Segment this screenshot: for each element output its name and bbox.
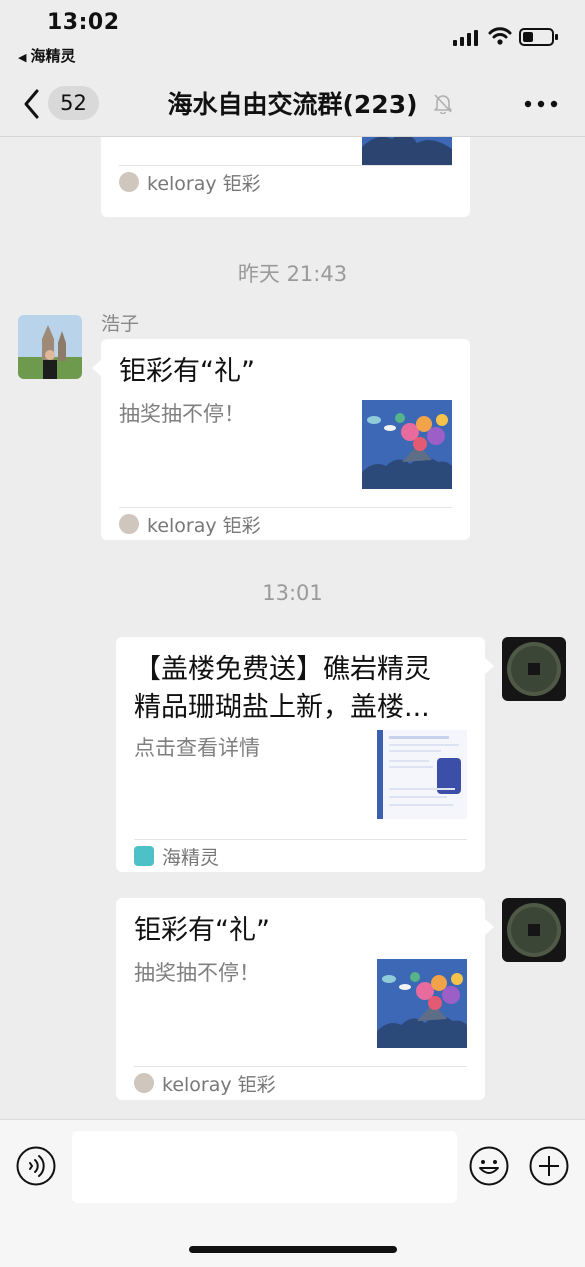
my-avatar[interactable] — [502, 637, 566, 701]
coral-thumbnail-image — [362, 400, 452, 489]
card-separator — [119, 165, 452, 166]
sender-avatar[interactable] — [18, 315, 82, 379]
plus-icon[interactable] — [529, 1146, 569, 1186]
mute-bell-icon — [434, 94, 452, 114]
sender-name: 浩子 — [101, 313, 140, 335]
bubble-tail — [485, 658, 494, 674]
message-timestamp: 13:01 — [262, 581, 323, 605]
my-avatar[interactable] — [502, 898, 566, 962]
status-time: 13:02 — [47, 10, 120, 35]
card-source-label: keloray 钜彩 — [162, 1073, 276, 1096]
keloray-logo-icon — [119, 172, 139, 192]
card-source-label: keloray 钜彩 — [147, 172, 261, 195]
back-to-app-link[interactable]: ◀ 海精灵 — [18, 45, 75, 66]
voice-input-icon[interactable] — [16, 1146, 56, 1186]
link-card-message[interactable]: 【盖楼免费送】礁岩精灵 精品珊瑚盐上新，盖楼... 点击查看详情 海精灵 — [116, 637, 485, 872]
chat-message-list[interactable]: keloray 钜彩 昨天 21:43 浩子 钜彩有“礼” 抽奖抽不停！ kel… — [0, 137, 585, 1119]
card-source: keloray 钜彩 — [119, 511, 261, 537]
link-card-message[interactable]: 钜彩有“礼” 抽奖抽不停！ keloray 钜彩 — [116, 898, 485, 1100]
article-thumbnail-image — [377, 730, 467, 819]
back-app-label: 海精灵 — [30, 47, 76, 65]
chat-title: 海水自由交流群(223) — [0, 85, 585, 121]
keloray-logo-icon — [134, 1073, 154, 1093]
card-title-line1: 【盖楼免费送】礁岩精灵 — [134, 654, 431, 685]
card-title: 钜彩有“礼” — [134, 915, 270, 946]
card-separator — [134, 839, 467, 840]
bubble-tail — [92, 360, 101, 376]
message-timestamp: 昨天 21:43 — [237, 262, 348, 286]
chat-title-name: 海水自由交流群 — [167, 90, 343, 119]
card-source-label: keloray 钜彩 — [147, 514, 261, 537]
home-indicator[interactable] — [189, 1246, 397, 1253]
message-input[interactable] — [72, 1131, 457, 1203]
card-separator — [134, 1066, 467, 1067]
card-source: keloray 钜彩 — [134, 1070, 276, 1096]
link-card-message[interactable]: 钜彩有“礼” 抽奖抽不停！ keloray 钜彩 — [101, 339, 470, 540]
emoji-icon[interactable] — [469, 1146, 509, 1186]
card-description: 点击查看详情 — [134, 736, 260, 760]
bubble-tail — [485, 919, 494, 935]
card-source: 海精灵 — [134, 843, 219, 869]
cellular-signal-icon — [453, 30, 478, 46]
link-card-message[interactable]: keloray 钜彩 — [101, 137, 470, 217]
card-description: 抽奖抽不停！ — [119, 402, 245, 426]
battery-icon — [519, 28, 558, 46]
keloray-logo-icon — [119, 514, 139, 534]
haijingling-logo-icon — [134, 846, 154, 866]
wifi-icon — [488, 27, 512, 45]
card-title: 钜彩有“礼” — [119, 356, 255, 387]
chat-member-count: (223) — [342, 90, 418, 119]
card-source-label: 海精灵 — [162, 846, 220, 869]
card-description: 抽奖抽不停！ — [134, 961, 260, 985]
card-title-line2: 精品珊瑚盐上新，盖楼... — [134, 692, 430, 723]
back-triangle-icon: ◀ — [18, 51, 27, 64]
more-options-icon[interactable] — [524, 100, 558, 108]
coral-thumbnail-image — [362, 137, 452, 166]
card-separator — [119, 507, 452, 508]
card-source: keloray 钜彩 — [119, 169, 261, 195]
coral-thumbnail-image — [377, 959, 467, 1048]
